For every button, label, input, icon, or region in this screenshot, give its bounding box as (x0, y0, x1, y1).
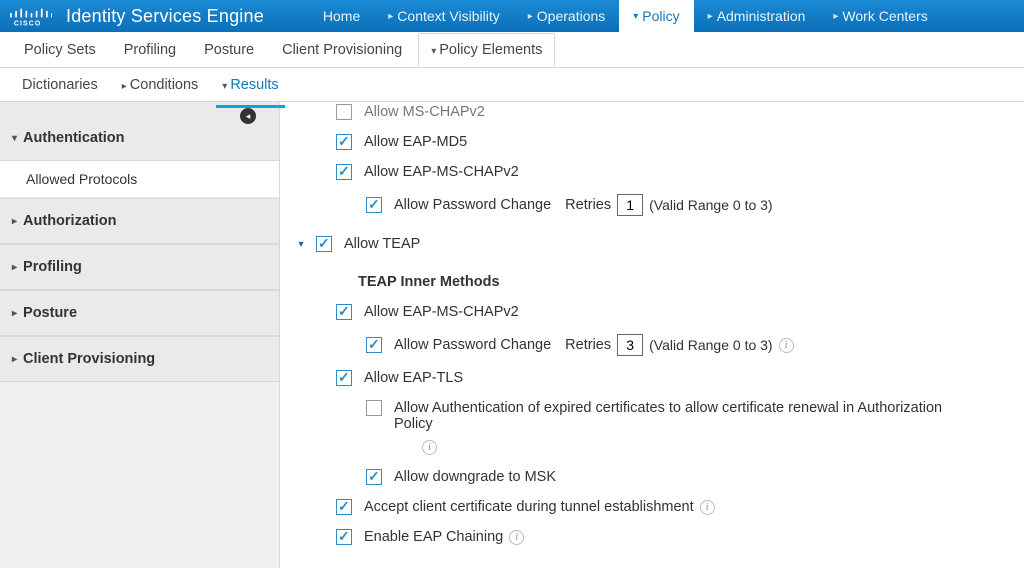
sidebar: Authentication Allowed Protocols Authori… (0, 102, 280, 568)
label-eap-ms-chapv2: Allow EAP-MS-CHAPv2 (364, 164, 519, 180)
sidebar-posture[interactable]: Posture (0, 290, 279, 336)
checkbox-allow-teap[interactable] (316, 236, 332, 252)
label-allow-teap: Allow TEAP (344, 236, 420, 252)
input-retries-2[interactable] (617, 334, 643, 356)
top-nav: Home Context Visibility Operations Polic… (309, 0, 942, 32)
label-ms-chapv2: Allow MS-CHAPv2 (364, 104, 485, 120)
tab-profiling[interactable]: Profiling (112, 34, 188, 66)
sub-nav-2: Dictionaries Conditions Results (0, 68, 1024, 102)
nav-administration[interactable]: Administration (694, 0, 820, 32)
tab-posture[interactable]: Posture (192, 34, 266, 66)
nav-home[interactable]: Home (309, 0, 374, 32)
info-icon[interactable]: i (509, 530, 524, 545)
hint-valid-range-1: (Valid Range 0 to 3) (649, 197, 772, 213)
checkbox-eap-ms-chapv2[interactable] (336, 164, 352, 180)
checkbox-teap-eap-mschapv2[interactable] (336, 304, 352, 320)
brand-bar: CISCO Identity Services Engine Home Cont… (0, 0, 1024, 32)
info-icon[interactable]: i (422, 440, 437, 455)
label-accept-client-cert: Accept client certificate during tunnel … (364, 499, 694, 515)
label-retries-2: Retries (565, 337, 611, 353)
checkbox-accept-client-cert[interactable] (336, 499, 352, 515)
tab-conditions[interactable]: Conditions (112, 71, 209, 99)
checkbox-eap-chaining[interactable] (336, 529, 352, 545)
label-eap-md5: Allow EAP-MD5 (364, 134, 467, 150)
sidebar-allowed-protocols[interactable]: Allowed Protocols (0, 161, 279, 198)
teap-caret-icon[interactable]: ▾ (296, 239, 306, 250)
label-eap-chaining: Enable EAP Chaining (364, 529, 503, 545)
nav-policy[interactable]: Policy (619, 0, 693, 32)
label-password-change-2: Allow Password Change (394, 337, 551, 353)
nav-work-centers[interactable]: Work Centers (819, 0, 941, 32)
checkbox-eap-md5[interactable] (336, 134, 352, 150)
sidebar-authorization[interactable]: Authorization (0, 198, 279, 244)
input-retries-1[interactable] (617, 194, 643, 216)
checkbox-ms-chapv2[interactable] (336, 104, 352, 120)
tab-policy-elements[interactable]: Policy Elements (418, 33, 555, 67)
label-downgrade-msk: Allow downgrade to MSK (394, 469, 556, 485)
sidebar-profiling[interactable]: Profiling (0, 244, 279, 290)
checkbox-password-change-1[interactable] (366, 197, 382, 213)
tab-dictionaries[interactable]: Dictionaries (12, 71, 108, 99)
app-title: Identity Services Engine (64, 6, 264, 27)
checkbox-password-change-2[interactable] (366, 337, 382, 353)
tab-results[interactable]: Results (212, 71, 288, 99)
checkbox-downgrade-msk[interactable] (366, 469, 382, 485)
checkbox-eap-tls[interactable] (336, 370, 352, 386)
tab-policy-sets[interactable]: Policy Sets (12, 34, 108, 66)
heading-teap-inner: TEAP Inner Methods (336, 274, 1008, 290)
sidebar-authentication[interactable]: Authentication (0, 102, 279, 161)
label-expired-cert: Allow Authentication of expired certific… (394, 400, 954, 432)
label-teap-eap-mschapv2: Allow EAP-MS-CHAPv2 (364, 304, 519, 320)
checkbox-expired-cert[interactable] (366, 400, 382, 416)
nav-operations[interactable]: Operations (514, 0, 620, 32)
label-retries-1: Retries (565, 197, 611, 213)
info-icon[interactable]: i (779, 338, 794, 353)
sidebar-collapse-button[interactable] (240, 108, 256, 124)
nav-context-visibility[interactable]: Context Visibility (374, 0, 513, 32)
sub-nav: Policy Sets Profiling Posture Client Pro… (0, 32, 1024, 68)
hint-valid-range-2: (Valid Range 0 to 3) (649, 337, 772, 353)
info-icon[interactable]: i (700, 500, 715, 515)
content-pane: Allow MS-CHAPv2 Allow EAP-MD5 Allow EAP-… (280, 102, 1024, 568)
svg-text:CISCO: CISCO (14, 21, 42, 28)
label-password-change-1: Allow Password Change (394, 197, 551, 213)
tab-client-provisioning[interactable]: Client Provisioning (270, 34, 414, 66)
cisco-logo: CISCO (0, 4, 64, 28)
sidebar-client-provisioning[interactable]: Client Provisioning (0, 336, 279, 382)
label-eap-tls: Allow EAP-TLS (364, 370, 463, 386)
